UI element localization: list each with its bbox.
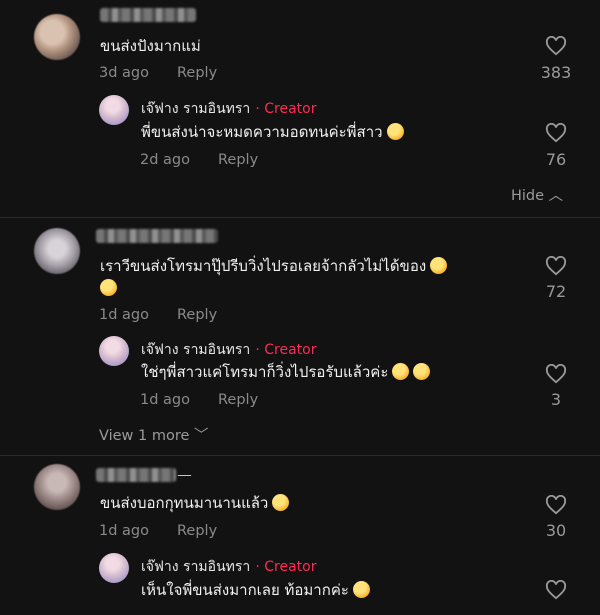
- heart-icon[interactable]: [545, 495, 567, 515]
- creator-badge: Creator: [264, 559, 317, 575]
- creator-badge: Creator: [264, 342, 317, 358]
- commenter-avatar[interactable]: [34, 464, 80, 510]
- commenter-avatar[interactable]: [34, 228, 80, 274]
- heart-eyes-emoji: [386, 123, 404, 140]
- creator-header: เจ๊ฟาง รามอินทรา · Creator: [141, 339, 316, 361]
- divider: [0, 217, 600, 218]
- heart-icon[interactable]: [545, 256, 567, 276]
- like-count: 72: [545, 282, 567, 301]
- creator-name[interactable]: เจ๊ฟาง รามอินทรา: [141, 101, 250, 117]
- reply-text: พี่ขนส่งน่าจะหมดความอดทนค่ะพี่สาว: [141, 121, 404, 143]
- commenter-avatar[interactable]: [34, 14, 80, 60]
- view-more-replies-button[interactable]: View 1 more ﹀: [99, 424, 209, 445]
- heart-icon[interactable]: [545, 123, 567, 143]
- hide-replies-button[interactable]: Hide ︿: [511, 184, 563, 205]
- chevron-down-icon: ﹀: [194, 428, 209, 444]
- comment-text: เราวีขนส่งโทรมาปุ๊ปรีบวิ่งไปรอเลยจ้ากลัว…: [100, 255, 520, 299]
- divider: [0, 455, 600, 456]
- reply-text: เห็นใจพี่ขนส่งมากเลย ท้อมากค่ะ: [141, 579, 370, 601]
- comment-time: 1d ago: [99, 307, 149, 323]
- reply-button[interactable]: Reply: [177, 523, 217, 539]
- rofl-emoji: [430, 257, 448, 274]
- reply-time: 2d ago: [140, 152, 190, 168]
- creator-dot: ·: [255, 342, 265, 358]
- reply-text: ใช่ๆพี่สาวแค่โทรมาก็วิ่งไปรอรับแล้วค่ะ: [141, 361, 431, 383]
- comment-text: ขนส่งปังมากแม่: [100, 37, 201, 55]
- like-count: 383: [540, 63, 572, 82]
- creator-dot: ·: [255, 101, 265, 117]
- heart-icon[interactable]: [545, 364, 567, 384]
- commenter-name-blurred[interactable]: [100, 8, 196, 22]
- heart-icon[interactable]: [545, 36, 567, 56]
- chevron-up-icon: ︿: [548, 188, 564, 204]
- creator-badge: Creator: [264, 101, 317, 117]
- creator-avatar[interactable]: [99, 553, 129, 583]
- heart-eyes-emoji: [352, 581, 370, 598]
- reply-button[interactable]: Reply: [218, 392, 258, 408]
- like-count: 76: [545, 150, 567, 169]
- creator-name[interactable]: เจ๊ฟาง รามอินทรา: [141, 559, 250, 575]
- reply-button[interactable]: Reply: [177, 307, 217, 323]
- creator-header: เจ๊ฟาง รามอินทรา · Creator: [141, 556, 316, 578]
- commenter-name-blurred[interactable]: [96, 229, 218, 243]
- creator-avatar[interactable]: [99, 336, 129, 366]
- commenter-name-blurred[interactable]: __: [96, 462, 208, 484]
- reply-button[interactable]: Reply: [177, 65, 217, 81]
- creator-dot: ·: [255, 559, 265, 575]
- heart-icon[interactable]: [545, 580, 567, 600]
- creator-avatar[interactable]: [99, 95, 129, 125]
- like-count: 30: [545, 521, 567, 540]
- grin-sweat-emoji: [392, 363, 410, 380]
- commenter-name-suffix: __: [178, 462, 191, 477]
- reply-button[interactable]: Reply: [218, 152, 258, 168]
- creator-header: เจ๊ฟาง รามอินทรา · Creator: [141, 98, 316, 120]
- comment-time: 3d ago: [99, 65, 149, 81]
- joy-emoji: [272, 494, 290, 511]
- heart-eyes-emoji: [413, 363, 431, 380]
- reply-time: 1d ago: [140, 392, 190, 408]
- comment-text: ขนส่งบอกกุทนมานานแล้ว: [100, 492, 290, 514]
- comment-time: 1d ago: [99, 523, 149, 539]
- like-count: 3: [550, 390, 562, 409]
- creator-name[interactable]: เจ๊ฟาง รามอินทรา: [141, 342, 250, 358]
- rofl-emoji: [100, 279, 117, 296]
